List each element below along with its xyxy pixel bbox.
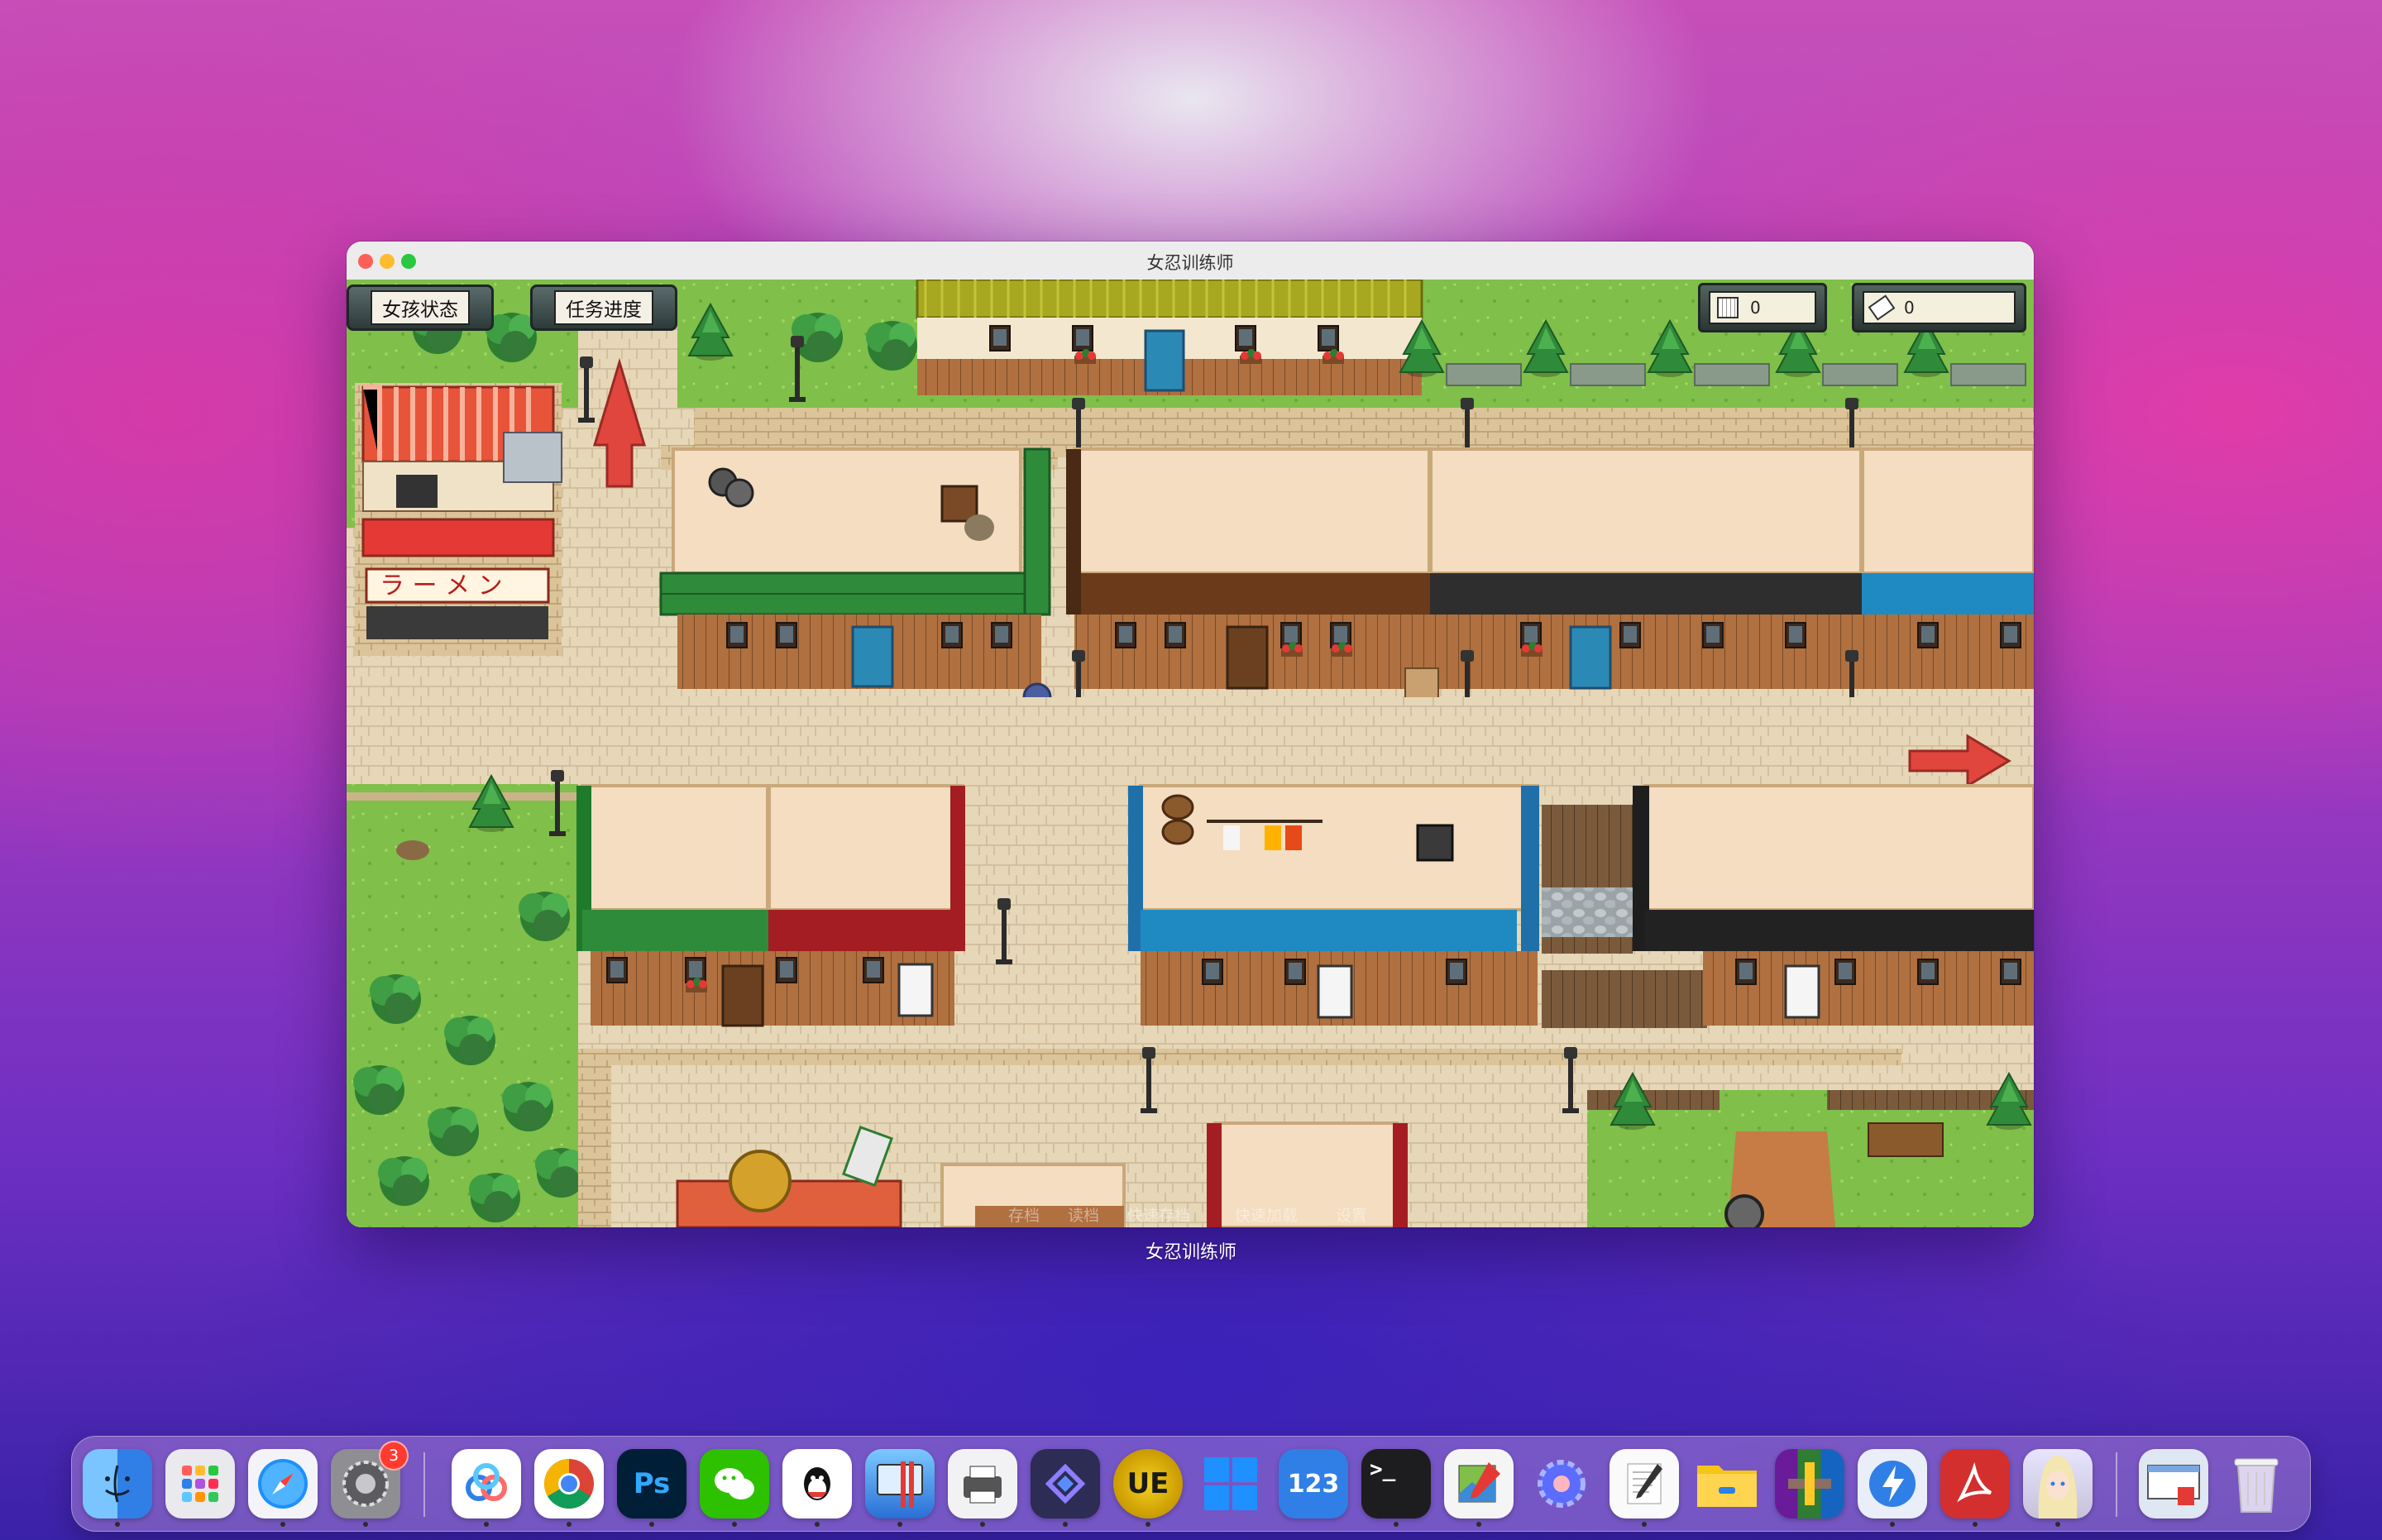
cog-tool-icon[interactable] xyxy=(1527,1449,1596,1518)
wechat-icon[interactable] xyxy=(700,1449,769,1518)
girl-status-label: 女孩状态 xyxy=(371,290,470,325)
ticket-counter: 0 xyxy=(1852,283,2026,332)
blue-roof-house[interactable] xyxy=(1128,784,1539,1026)
parallels-icon[interactable] xyxy=(865,1449,935,1518)
quick-menu-quicksave[interactable]: 快速存档 xyxy=(1127,1203,1190,1226)
running-indicator xyxy=(484,1522,489,1527)
game-window: 女忍训练师 ラ ー メ ン 女孩状态 任务进度 0 0 存档 读档 快速存档 快… xyxy=(347,242,2034,1227)
windows-icon[interactable] xyxy=(1196,1449,1265,1518)
top-house[interactable] xyxy=(916,280,1423,395)
quick-menu-settings[interactable]: 设置 xyxy=(1336,1203,1367,1226)
running-indicator xyxy=(980,1522,985,1527)
running-indicator xyxy=(363,1522,368,1527)
netdisk-icon[interactable] xyxy=(452,1449,521,1518)
running-indicator xyxy=(897,1522,902,1527)
ticket-count: 0 xyxy=(1904,298,1915,318)
running-indicator xyxy=(567,1522,572,1527)
running-indicator xyxy=(1146,1522,1150,1527)
avatar-icon[interactable] xyxy=(2023,1449,2093,1518)
diamond-app-icon[interactable] xyxy=(1031,1449,1100,1518)
quest-progress-label: 任务进度 xyxy=(554,290,653,325)
ramen-sign: ラ ー メ ン xyxy=(380,572,503,600)
textedit-icon[interactable] xyxy=(1610,1449,1679,1518)
green-red-house[interactable] xyxy=(576,784,965,1027)
finder-icon[interactable] xyxy=(83,1449,152,1518)
running-indicator xyxy=(1394,1522,1399,1527)
calendar-icon xyxy=(1717,297,1739,318)
trash-icon[interactable] xyxy=(2222,1449,2291,1518)
running-indicator xyxy=(1890,1522,1895,1527)
dock: 3 Ps UE 123 >_ xyxy=(71,1436,2311,1532)
numbers-icon[interactable]: 123 xyxy=(1279,1449,1348,1518)
ultraedit-icon[interactable]: UE xyxy=(1113,1449,1183,1518)
window-caption: 女忍训练师 xyxy=(1145,1242,1236,1263)
running-indicator xyxy=(649,1522,654,1527)
acrobat-icon[interactable] xyxy=(1940,1449,2010,1518)
gear-icon[interactable]: 3 xyxy=(331,1441,409,1518)
ramen-shop[interactable]: ラ ー メ ン xyxy=(355,383,562,656)
window-preview-icon[interactable] xyxy=(2139,1449,2208,1518)
title-bar[interactable]: 女忍训练师 xyxy=(347,242,2034,280)
running-indicator xyxy=(1973,1522,1978,1527)
chrome-icon[interactable] xyxy=(534,1449,604,1518)
notification-badge: 3 xyxy=(379,1441,409,1471)
preview-icon[interactable] xyxy=(1444,1449,1514,1518)
running-indicator xyxy=(1476,1522,1481,1527)
long-house-row[interactable] xyxy=(1066,447,2034,699)
day-counter: 0 xyxy=(1698,283,1827,332)
running-indicator xyxy=(732,1522,737,1527)
girl-status-button[interactable]: 女孩状态 xyxy=(347,285,494,331)
qq-icon[interactable] xyxy=(782,1449,852,1518)
quick-menu-load[interactable]: 读档 xyxy=(1068,1203,1099,1226)
quest-progress-button[interactable]: 任务进度 xyxy=(530,285,677,331)
town-map[interactable]: ラ ー メ ン xyxy=(347,280,2034,1227)
green-storehouse[interactable] xyxy=(659,445,1058,712)
running-indicator xyxy=(2055,1522,2060,1527)
running-indicator xyxy=(115,1522,120,1527)
quick-menu-save[interactable]: 存档 xyxy=(1008,1203,1040,1226)
running-indicator xyxy=(280,1522,285,1527)
printer-icon[interactable] xyxy=(948,1449,1017,1518)
launchpad-icon[interactable] xyxy=(165,1449,235,1518)
dock-separator xyxy=(423,1452,425,1517)
dock-separator xyxy=(2116,1452,2117,1517)
lightning-icon[interactable] xyxy=(1858,1449,1927,1518)
photoshop-icon[interactable]: Ps xyxy=(617,1449,686,1518)
safari-icon[interactable] xyxy=(248,1449,318,1518)
game-viewport[interactable]: ラ ー メ ン 女孩状态 任务进度 0 0 存档 读档 快速存档 快速加载 设置 xyxy=(347,280,2034,1227)
running-indicator xyxy=(815,1522,820,1527)
rar-icon[interactable] xyxy=(1775,1449,1844,1518)
terminal-icon[interactable]: >_ xyxy=(1361,1449,1431,1518)
quick-menu-quickload[interactable]: 快速加载 xyxy=(1235,1203,1298,1226)
running-indicator xyxy=(1063,1522,1068,1527)
ticket-icon xyxy=(1868,294,1896,321)
folder-icon[interactable] xyxy=(1692,1449,1762,1518)
day-count: 0 xyxy=(1750,298,1761,318)
window-title: 女忍训练师 xyxy=(1146,253,1234,273)
running-indicator xyxy=(1642,1522,1647,1527)
